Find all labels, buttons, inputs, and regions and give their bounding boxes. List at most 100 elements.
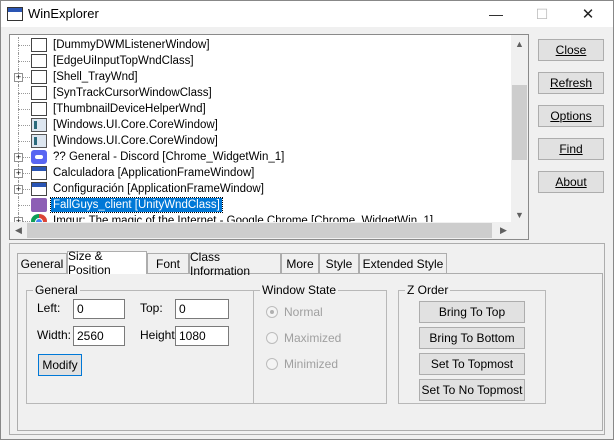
- tree-item[interactable]: + Configuración [ApplicationFrameWindow]: [10, 181, 512, 197]
- tree-item-label: Calculadora [ApplicationFrameWindow]: [53, 167, 255, 179]
- tree-connector-line: [18, 93, 30, 94]
- normal-radio-label: Normal: [284, 305, 323, 319]
- tree-connector-line: [18, 61, 30, 62]
- scroll-right-arrow-icon[interactable]: ▶: [495, 222, 512, 239]
- app-window-icon: [31, 182, 47, 196]
- options-button[interactable]: Options: [538, 105, 604, 127]
- tree-item[interactable]: [SynTrackCursorWindowClass]: [10, 85, 512, 101]
- scrollbar-corner: [511, 222, 528, 239]
- expand-plus-icon[interactable]: +: [14, 153, 23, 162]
- tab-size-position[interactable]: Size & Position: [67, 249, 147, 277]
- scroll-down-arrow-icon[interactable]: ▼: [511, 206, 528, 223]
- expand-plus-icon[interactable]: +: [14, 169, 23, 178]
- z-order-group: Z Order Bring To Top Bring To Bottom Set…: [398, 283, 546, 404]
- app-window-icon: [7, 7, 23, 21]
- refresh-button[interactable]: Refresh: [538, 72, 604, 94]
- tree-item[interactable]: [EdgeUiInputTopWndClass]: [10, 53, 512, 69]
- tab-more[interactable]: More: [281, 253, 319, 273]
- maximized-radio[interactable]: Maximized: [266, 331, 341, 345]
- tree-item[interactable]: FallGuys_client [UnityWndClass]: [10, 197, 512, 213]
- radio-unchecked-icon: [266, 358, 278, 370]
- tree-item-label: ?? General - Discord [Chrome_WidgetWin_1…: [53, 151, 285, 163]
- close-window-button[interactable]: ✕: [565, 1, 611, 27]
- expand-plus-icon[interactable]: +: [14, 73, 23, 82]
- top-input[interactable]: 0: [175, 299, 229, 319]
- bring-to-bottom-button[interactable]: Bring To Bottom: [419, 327, 525, 349]
- core-window-icon: [31, 118, 47, 132]
- tree-item-label: [DummyDWMListenerWindow]: [53, 39, 210, 51]
- tree-item[interactable]: [DummyDWMListenerWindow]: [10, 37, 512, 53]
- scroll-up-arrow-icon[interactable]: ▲: [511, 35, 528, 52]
- blank-window-icon: [31, 70, 47, 84]
- horizontal-scroll-thumb[interactable]: [27, 223, 492, 238]
- tree-item-label: [SynTrackCursorWindowClass]: [53, 87, 212, 99]
- about-button[interactable]: About: [538, 171, 604, 193]
- tree-connector-line: [18, 45, 30, 46]
- tree-item-label: [ThumbnailDeviceHelperWnd]: [53, 103, 206, 115]
- minimized-radio-label: Minimized: [284, 357, 339, 371]
- tab-extended-style[interactable]: Extended Style: [359, 253, 447, 273]
- tree-item[interactable]: + Calculadora [ApplicationFrameWindow]: [10, 165, 512, 181]
- window-title: WinExplorer: [28, 6, 99, 21]
- size-position-page: General Left: 0 Top: 0 Width: 2560 Heigh…: [17, 273, 603, 431]
- height-input[interactable]: 1080: [175, 326, 229, 346]
- tree-connector-line: [18, 141, 30, 142]
- tree-item-label: [EdgeUiInputTopWndClass]: [53, 55, 194, 67]
- expand-plus-icon[interactable]: +: [14, 185, 23, 194]
- maximize-button[interactable]: ☐: [519, 1, 565, 27]
- unity-icon: [31, 198, 47, 212]
- title-bar: WinExplorer — ☐ ✕: [1, 1, 613, 27]
- app-window-icon: [31, 166, 47, 180]
- radio-checked-icon: [266, 306, 278, 318]
- blank-window-icon: [31, 54, 47, 68]
- blank-window-icon: [31, 38, 47, 52]
- tab-font[interactable]: Font: [147, 253, 189, 273]
- minimize-button[interactable]: —: [473, 1, 519, 27]
- tree-item-label: [Windows.UI.Core.CoreWindow]: [53, 119, 218, 131]
- vertical-scroll-thumb[interactable]: [512, 85, 527, 160]
- tab-style[interactable]: Style: [319, 253, 359, 273]
- left-input[interactable]: 0: [73, 299, 125, 319]
- tree-item-label: FallGuys_client [UnityWndClass]: [50, 197, 223, 213]
- modify-button[interactable]: Modify: [38, 354, 82, 376]
- tree-item-label: [Windows.UI.Core.CoreWindow]: [53, 135, 218, 147]
- normal-radio[interactable]: Normal: [266, 305, 323, 319]
- general-group: General Left: 0 Top: 0 Width: 2560 Heigh…: [26, 283, 254, 404]
- tree-item[interactable]: [Windows.UI.Core.CoreWindow]: [10, 133, 512, 149]
- tree-item[interactable]: + [Shell_TrayWnd]: [10, 69, 512, 85]
- minimized-radio[interactable]: Minimized: [266, 357, 338, 371]
- core-window-icon: [31, 134, 47, 148]
- close-button[interactable]: Close: [538, 39, 604, 61]
- tree-connector-line: [18, 205, 30, 206]
- width-label: Width:: [37, 328, 72, 342]
- left-label: Left:: [37, 301, 61, 315]
- tree-item[interactable]: + ?? General - Discord [Chrome_WidgetWin_…: [10, 149, 512, 165]
- scroll-left-arrow-icon[interactable]: ◀: [10, 222, 27, 239]
- tab-general[interactable]: General: [17, 253, 67, 273]
- tree-vertical-scrollbar[interactable]: ▲ ▼: [511, 35, 528, 223]
- tree-item-label: Configuración [ApplicationFrameWindow]: [53, 183, 264, 195]
- blank-window-icon: [31, 86, 47, 100]
- tree-horizontal-scrollbar[interactable]: ◀ ▶: [10, 222, 512, 239]
- bring-to-top-button[interactable]: Bring To Top: [419, 301, 525, 323]
- tree-items: [DummyDWMListenerWindow] [EdgeUiInputTopW…: [10, 35, 512, 223]
- tree-item-label: [Shell_TrayWnd]: [53, 71, 138, 83]
- winexplorer-window: WinExplorer — ☐ ✕ [DummyDWMListenerWindo…: [0, 0, 614, 440]
- width-input[interactable]: 2560: [73, 326, 125, 346]
- set-to-topmost-button[interactable]: Set To Topmost: [419, 353, 525, 375]
- top-label: Top:: [140, 301, 163, 315]
- height-label: Height:: [140, 328, 179, 342]
- maximized-radio-label: Maximized: [284, 331, 342, 345]
- tree-connector-line: [18, 125, 30, 126]
- window-state-group: Window State Normal Maximized Minimized: [253, 283, 387, 404]
- tree-item[interactable]: [Windows.UI.Core.CoreWindow]: [10, 117, 512, 133]
- find-button[interactable]: Find: [538, 138, 604, 160]
- window-tree-view[interactable]: [DummyDWMListenerWindow] [EdgeUiInputTopW…: [9, 34, 529, 240]
- set-to-no-topmost-button[interactable]: Set To No Topmost: [419, 379, 525, 401]
- discord-icon: [31, 150, 47, 164]
- tree-item[interactable]: [ThumbnailDeviceHelperWnd]: [10, 101, 512, 117]
- general-group-title: General: [33, 283, 80, 297]
- tree-connector-line: [18, 109, 30, 110]
- tab-class-information[interactable]: Class Information: [189, 250, 281, 278]
- window-state-group-title: Window State: [260, 283, 339, 297]
